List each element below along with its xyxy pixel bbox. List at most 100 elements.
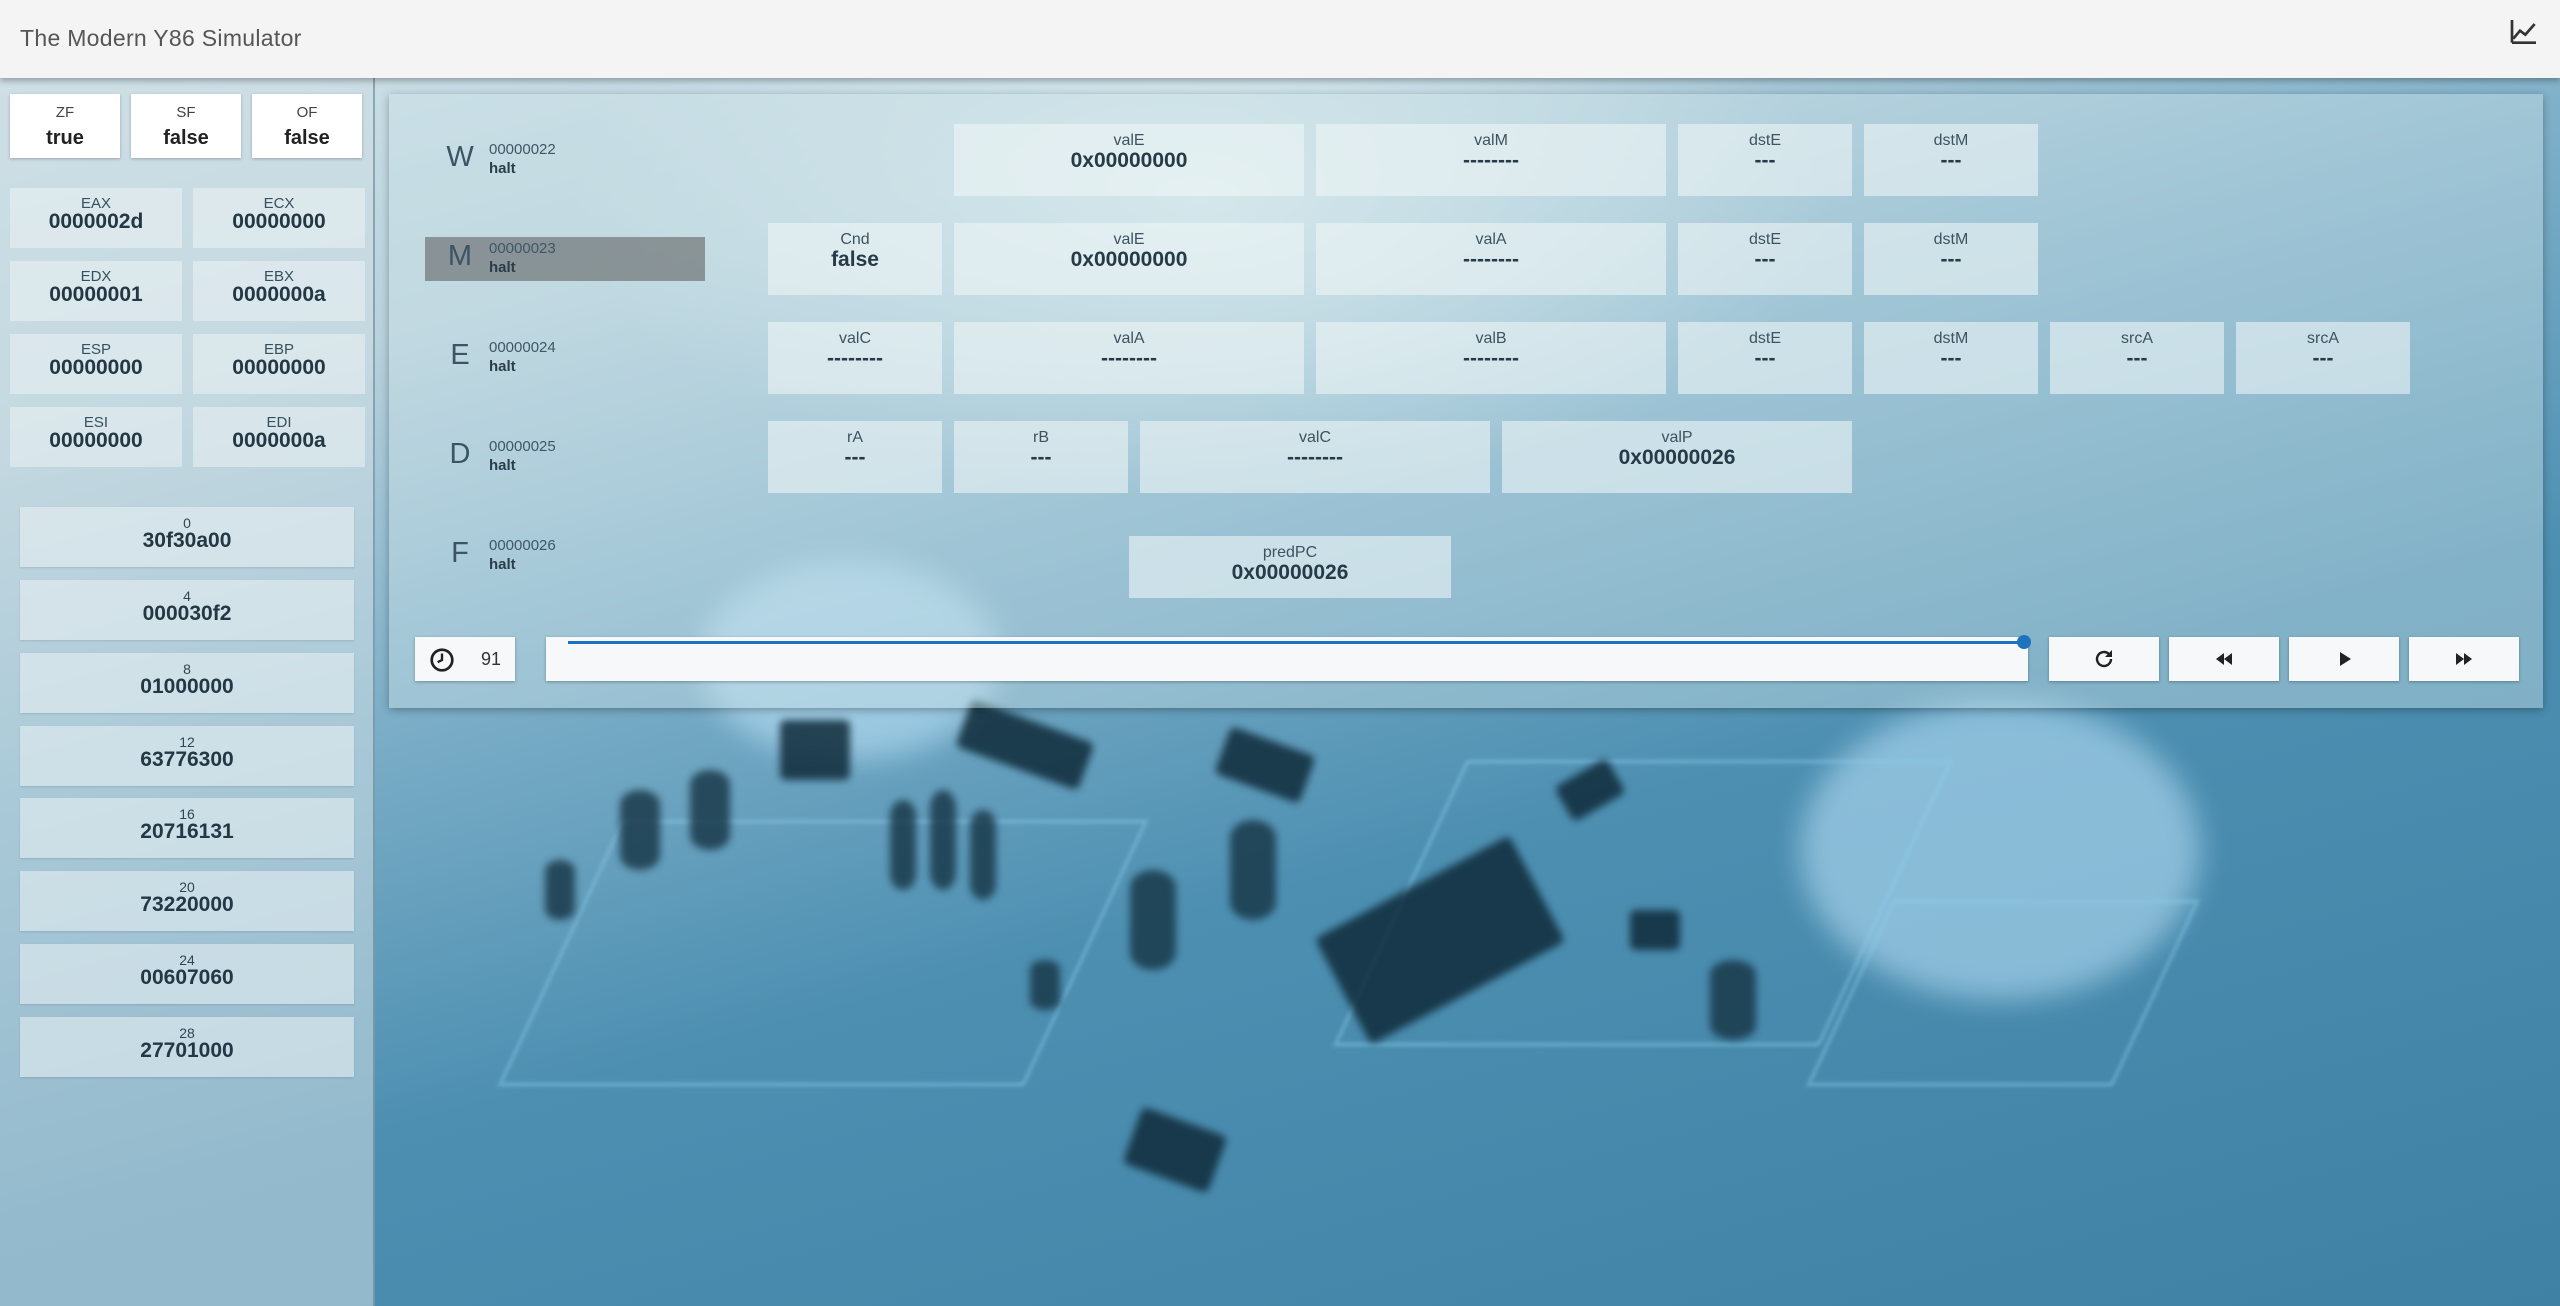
field-label: dstM xyxy=(1933,132,1969,149)
memory-address: 0 xyxy=(183,515,191,531)
e-valb-cell: valB -------- xyxy=(1316,322,1666,394)
register-edx: EDX 00000001 xyxy=(10,261,182,321)
stage-address: 00000025 xyxy=(489,438,556,455)
field-label: valB xyxy=(1475,330,1507,347)
register-ebp: EBP 00000000 xyxy=(193,334,365,394)
field-value: 0x00000026 xyxy=(1618,446,1736,469)
register-eax: EAX 0000002d xyxy=(10,188,182,248)
register-name: ECX xyxy=(263,195,295,212)
cycle-counter: 91 xyxy=(415,637,515,681)
e-srca-cell: srcA --- xyxy=(2050,322,2224,394)
stage-w-letter: W xyxy=(446,141,474,173)
play-button[interactable] xyxy=(2289,637,2399,681)
slider-thumb[interactable] xyxy=(2017,635,2031,649)
field-value: 0x00000026 xyxy=(1231,561,1349,584)
stage-status: halt xyxy=(489,259,516,276)
memory-cell: 4 000030f2 xyxy=(20,580,354,640)
register-value: 00000000 xyxy=(49,356,143,379)
field-value: -------- xyxy=(1463,347,1519,370)
d-valc-cell: valC -------- xyxy=(1140,421,1490,493)
register-value: 00000000 xyxy=(232,210,326,233)
field-value: --- xyxy=(1940,248,1962,271)
field-value: --- xyxy=(1940,347,1962,370)
stage-address: 00000022 xyxy=(489,141,556,158)
field-label: dstE xyxy=(1748,132,1781,149)
memory-value: 00607060 xyxy=(140,966,234,989)
memory-address: 16 xyxy=(179,806,195,822)
cycle-count: 91 xyxy=(481,649,502,669)
w-vale-cell: valE 0x00000000 xyxy=(954,124,1304,196)
flag-value: false xyxy=(284,127,330,149)
stage-f-info: 00000026 halt xyxy=(489,536,556,574)
memory-cell: 12 63776300 xyxy=(20,726,354,786)
field-label: valC xyxy=(1298,429,1331,446)
sidebar: ZF true SF false OF false EAX 0000002d E… xyxy=(0,78,375,1306)
field-label: valP xyxy=(1661,429,1693,446)
m-cnd-cell: Cnd false xyxy=(768,223,942,295)
m-vale-cell: valE 0x00000000 xyxy=(954,223,1304,295)
w-dste-cell: dstE --- xyxy=(1678,124,1852,196)
field-label: valC xyxy=(838,330,871,347)
field-label: valE xyxy=(1113,132,1145,149)
field-label: dstM xyxy=(1933,330,1969,347)
memory-value: 000030f2 xyxy=(142,602,232,625)
field-value: --- xyxy=(1754,347,1776,370)
field-label: valA xyxy=(1113,330,1145,347)
memory-cell: 8 01000000 xyxy=(20,653,354,713)
f-predpc-cell: predPC 0x00000026 xyxy=(1129,536,1451,598)
step-back-button[interactable] xyxy=(2169,637,2279,681)
step-forward-button[interactable] xyxy=(2409,637,2519,681)
e-dstm-cell: dstM --- xyxy=(1864,322,2038,394)
register-esi: ESI 00000000 xyxy=(10,407,182,467)
memory-address: 20 xyxy=(179,879,195,895)
field-value: -------- xyxy=(1287,446,1343,469)
rewind-icon xyxy=(2216,653,2232,665)
m-vala-cell: valA -------- xyxy=(1316,223,1666,295)
field-value: --- xyxy=(2312,347,2334,370)
app-header: The Modern Y86 Simulator xyxy=(0,0,2560,78)
stage-f-letter: F xyxy=(451,537,469,569)
memory-cell: 24 00607060 xyxy=(20,944,354,1004)
reset-button[interactable] xyxy=(2049,637,2159,681)
app-title: The Modern Y86 Simulator xyxy=(20,25,302,51)
field-value: --- xyxy=(2126,347,2148,370)
e-vala-cell: valA -------- xyxy=(954,322,1304,394)
memory-value: 27701000 xyxy=(140,1039,234,1062)
field-value: -------- xyxy=(1101,347,1157,370)
flag-name: SF xyxy=(176,104,196,121)
slider-track[interactable] xyxy=(568,635,2031,649)
field-value: -------- xyxy=(1463,248,1519,271)
register-name: ESI xyxy=(83,414,109,431)
field-label: rB xyxy=(1033,429,1049,446)
field-value: 0x00000000 xyxy=(1070,149,1188,172)
m-dstm-cell: dstM --- xyxy=(1864,223,2038,295)
e-dste-cell: dstE --- xyxy=(1678,322,1852,394)
register-edi: EDI 0000000a xyxy=(193,407,365,467)
memory-cell: 0 30f30a00 xyxy=(20,507,354,567)
w-valm-cell: valM -------- xyxy=(1316,124,1666,196)
stage-address: 00000023 xyxy=(489,240,556,257)
memory-address: 4 xyxy=(183,588,191,604)
field-label: predPC xyxy=(1262,544,1318,561)
register-name: EDX xyxy=(80,268,112,285)
register-value: 0000000a xyxy=(232,283,326,306)
chart-line-icon[interactable] xyxy=(2508,16,2540,48)
d-valp-cell: valP 0x00000026 xyxy=(1502,421,1852,493)
field-value: -------- xyxy=(1463,149,1519,172)
flag-zf: ZF true xyxy=(10,94,120,158)
m-dste-cell: dstE --- xyxy=(1678,223,1852,295)
pipeline-panel: W 00000022 halt valE 0x00000000 valM ---… xyxy=(389,94,2543,708)
memory-address: 8 xyxy=(183,661,191,677)
flag-name: ZF xyxy=(55,104,75,121)
field-value: 0x00000000 xyxy=(1070,248,1188,271)
field-value: --- xyxy=(1940,149,1962,172)
memory-cell: 16 20716131 xyxy=(20,798,354,858)
register-value: 00000000 xyxy=(49,429,143,452)
cycle-slider[interactable] xyxy=(546,635,2031,681)
slider-fill xyxy=(568,641,2024,644)
register-value: 00000001 xyxy=(49,283,143,306)
stage-d-info: 00000025 halt xyxy=(489,437,556,475)
fast-forward-icon xyxy=(2456,653,2472,665)
stage-status: halt xyxy=(489,358,516,375)
field-value: --- xyxy=(844,446,866,469)
